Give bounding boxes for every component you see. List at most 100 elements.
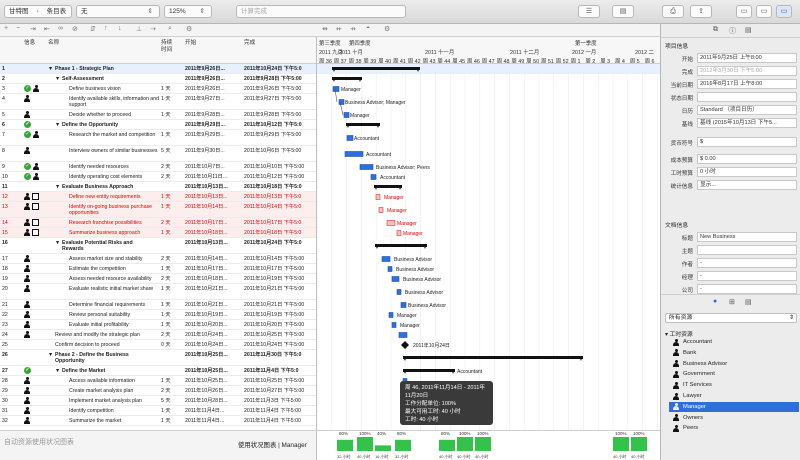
- task-duration[interactable]: 0 天: [161, 342, 171, 348]
- zoom-select[interactable]: 125% ⇕: [164, 5, 212, 18]
- view-switcher[interactable]: 甘特图 › 条目表: [4, 5, 72, 18]
- task-name[interactable]: Summarize business approach: [69, 230, 161, 236]
- task-start[interactable]: 2011年9月29日...: [185, 132, 225, 138]
- task-start[interactable]: 2011年10月28日...: [185, 398, 228, 404]
- task-name[interactable]: Evaluate Business Approach: [62, 184, 154, 190]
- task-name[interactable]: Implement market analysis plan: [69, 398, 161, 404]
- field-value[interactable]: -: [697, 284, 797, 294]
- info-icon[interactable]: ⓘ: [729, 26, 736, 36]
- task-name[interactable]: Phase 1 - Strategic Plan: [55, 66, 147, 72]
- share-icon[interactable]: ⇪: [690, 5, 712, 18]
- panel-bottom-icon[interactable]: ▭: [756, 5, 772, 18]
- task-row[interactable]: 4 Identify available skills, information …: [0, 94, 316, 110]
- disclosure-icon[interactable]: ▼: [55, 76, 60, 82]
- document-icon[interactable]: ▤: [745, 26, 752, 34]
- task-row[interactable]: 7 ✓ Research the market and competition 1 天…: [0, 130, 316, 146]
- task-row[interactable]: 14 Research franchise possibilities 2 天 201…: [0, 218, 316, 228]
- task-name[interactable]: Research franchise possibilities: [69, 220, 161, 226]
- task-start[interactable]: 2011年9月29日...: [185, 122, 225, 128]
- task-start[interactable]: 2011年9月26日...: [185, 66, 225, 72]
- critical-path-icon[interactable]: ◓: [366, 25, 370, 32]
- view-table-tab[interactable]: 条目表: [43, 8, 71, 15]
- col-duration[interactable]: 持续时间: [161, 40, 175, 54]
- resource-item[interactable]: Business Advisor: [669, 359, 799, 369]
- add-icon[interactable]: +: [4, 25, 8, 32]
- task-finish[interactable]: 2011年11月30日 下午5:0: [244, 352, 301, 358]
- person-tab-icon[interactable]: ●: [713, 298, 717, 305]
- task-name[interactable]: Define business vision: [69, 86, 161, 92]
- task-row[interactable]: 3 ✓ Define business vision 1 天 2011年9月26日...…: [0, 84, 316, 94]
- task-row[interactable]: 29 Create market analysis plan 2 天 2011年10月…: [0, 386, 316, 396]
- task-start[interactable]: 2011年9月28日...: [185, 112, 225, 118]
- task-duration[interactable]: 1 天: [161, 302, 171, 308]
- task-duration[interactable]: 1 天: [161, 408, 171, 414]
- task-name[interactable]: Confirm decision to proceed: [55, 342, 147, 348]
- pin-icon[interactable]: ⧉: [713, 26, 718, 34]
- task-row[interactable]: 13 Identify on-going business purchase op…: [0, 202, 316, 218]
- task-name[interactable]: Identify competition: [69, 408, 161, 414]
- task-duration[interactable]: 1 天: [161, 112, 171, 118]
- task-row[interactable]: 23 Evaluate initial profitability 1 天 2011年…: [0, 320, 316, 330]
- task-duration[interactable]: 1 天: [161, 230, 171, 236]
- task-finish[interactable]: 2011年9月27日 下午5:00: [244, 96, 301, 102]
- resource-item[interactable]: Bank: [669, 348, 799, 358]
- task-name[interactable]: Determine financial requirements: [69, 302, 161, 308]
- disclosure-icon[interactable]: ▼: [55, 368, 60, 374]
- task-row[interactable]: 26 ▼ Phase 2 - Define the Business Opportu…: [0, 350, 316, 366]
- col-info[interactable]: 信息: [24, 40, 35, 47]
- task-name[interactable]: Define the Market: [62, 368, 154, 374]
- task-finish[interactable]: 2011年11月4日 下午5:0: [244, 368, 299, 374]
- field-value[interactable]: [697, 92, 797, 102]
- task-start[interactable]: 2011年10月18日...: [185, 276, 228, 282]
- task-duration[interactable]: 2 天: [161, 388, 171, 394]
- disclosure-icon[interactable]: ▼: [48, 66, 53, 72]
- task-finish[interactable]: 2011年9月28日 下午5:00: [244, 76, 302, 82]
- task-start[interactable]: 2011年10月18日...: [185, 230, 228, 236]
- task-finish[interactable]: 2011年10月24日 下午5:0: [244, 240, 302, 246]
- col-name[interactable]: 名称: [48, 40, 59, 47]
- task-duration[interactable]: 1 天: [161, 322, 171, 328]
- field-value[interactable]: 2011年9月25日 上午8:00: [697, 53, 797, 63]
- task-row[interactable]: 24 Review and modify the strategic plan 2 …: [0, 330, 316, 340]
- task-start[interactable]: 2011年10月13日...: [185, 240, 228, 246]
- task-start[interactable]: 2011年10月20日...: [185, 322, 228, 328]
- task-start[interactable]: 2011年9月30日...: [185, 148, 225, 154]
- task-name[interactable]: Evaluate initial profitability: [69, 322, 161, 328]
- task-row[interactable]: 2 ▼ Self-Assessment 2011年9月26日... 2011年9月28日…: [0, 74, 316, 84]
- task-name[interactable]: Estimate the competition: [69, 266, 161, 272]
- col-start[interactable]: 开始: [185, 40, 196, 47]
- task-finish[interactable]: 2011年10月19日 下午5:00: [244, 312, 304, 318]
- task-name[interactable]: Assess market size and stability: [69, 256, 161, 262]
- task-name[interactable]: Assess needed resource availability: [69, 276, 161, 282]
- task-finish[interactable]: 2011年9月26日 下午5:00: [244, 86, 301, 92]
- field-value[interactable]: 2016年8月17日 上午8:00: [697, 79, 797, 89]
- task-row[interactable]: 25 Confirm decision to proceed 0 天 2011年10月…: [0, 340, 316, 350]
- move-up-icon[interactable]: ↑: [104, 25, 108, 32]
- task-start[interactable]: 2011年10月26日...: [185, 388, 228, 394]
- zoom-in-icon[interactable]: ⇷: [336, 25, 342, 33]
- field-value[interactable]: $: [697, 137, 797, 147]
- zoom-fit-icon[interactable]: ⇹: [322, 25, 328, 33]
- task-duration[interactable]: 2 天: [161, 220, 171, 226]
- field-value[interactable]: $ 0.00: [697, 154, 797, 164]
- task-start[interactable]: 2011年11月4日...: [185, 408, 224, 414]
- panel-right-icon[interactable]: ▭: [776, 5, 792, 18]
- task-duration[interactable]: 1 天: [161, 418, 171, 424]
- resource-item[interactable]: Lawyer: [669, 391, 799, 401]
- field-value[interactable]: -: [697, 271, 797, 281]
- task-finish[interactable]: 2011年10月20日 下午5:00: [244, 322, 304, 328]
- task-row[interactable]: 6 ✓ ▼ Define the Opportunity 2011年9月29日... 20…: [0, 120, 316, 130]
- task-row[interactable]: 28 Access available information 1 天 2011年10…: [0, 376, 316, 386]
- task-start[interactable]: 2011年10月21日...: [185, 302, 228, 308]
- task-start[interactable]: 2011年10月19日...: [185, 312, 228, 318]
- split-icon[interactable]: ⇵: [90, 25, 96, 33]
- task-row[interactable]: 17 Assess market size and stability 2 天 201…: [0, 254, 316, 264]
- task-row[interactable]: 21 Determine financial requirements 1 天 201…: [0, 300, 316, 310]
- remove-icon[interactable]: −: [16, 25, 20, 32]
- resource-filter-select[interactable]: 所有资源 ⇕: [665, 313, 797, 323]
- task-finish[interactable]: 2011年10月12日 下午5:00: [244, 174, 304, 180]
- task-finish[interactable]: 2011年10月21日 下午5:00: [244, 286, 304, 292]
- task-finish[interactable]: 2011年10月13日 下午5:0: [244, 194, 301, 200]
- task-row[interactable]: 31 Identify competition 1 天 2011年11月4日... 20…: [0, 406, 316, 416]
- field-value[interactable]: Standard （项目日历）: [697, 105, 797, 115]
